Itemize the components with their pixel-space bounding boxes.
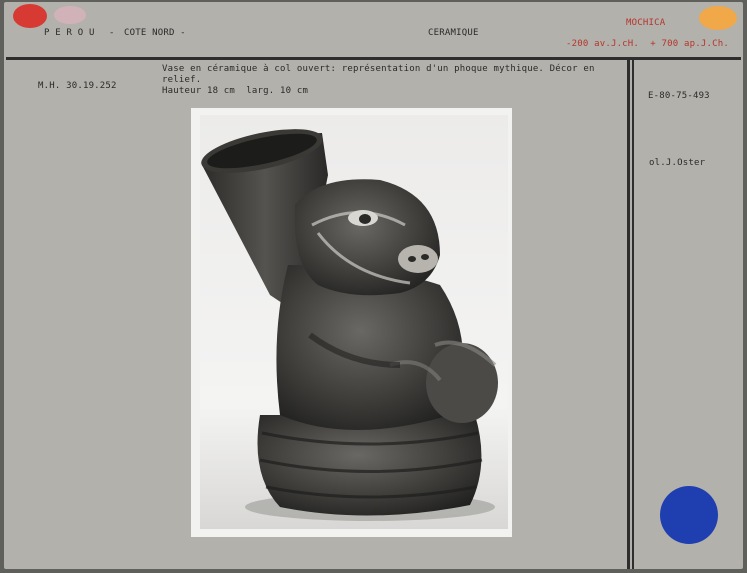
collection-credit: ol.J.Oster — [649, 158, 706, 168]
inventory-number: M.H. 30.19.252 — [38, 81, 117, 91]
country-label: P E R O U — [44, 28, 95, 38]
header-divider — [6, 57, 741, 60]
region-label: COTE NORD - — [124, 28, 186, 38]
ceramic-vessel-photo — [200, 115, 508, 529]
country-separator: - — [109, 28, 115, 38]
orange-index-dot — [699, 6, 737, 30]
culture-label: MOCHICA — [626, 18, 666, 28]
category-label: CERAMIQUE — [428, 28, 479, 38]
description-line-2: relief. — [162, 75, 202, 85]
column-divider-left — [627, 60, 630, 569]
date-range: -200 av.J.cH. + 700 ap.J.Ch. — [566, 39, 729, 49]
description-line-1: Vase en céramique à col ouvert: représen… — [162, 64, 595, 74]
column-divider-right — [632, 60, 634, 569]
photo-reference: E-80-75-493 — [648, 91, 710, 101]
blue-index-dot — [660, 486, 718, 544]
pink-index-dot — [54, 6, 86, 24]
dimensions: Hauteur 18 cm larg. 10 cm — [162, 86, 309, 96]
red-index-dot — [13, 4, 47, 28]
